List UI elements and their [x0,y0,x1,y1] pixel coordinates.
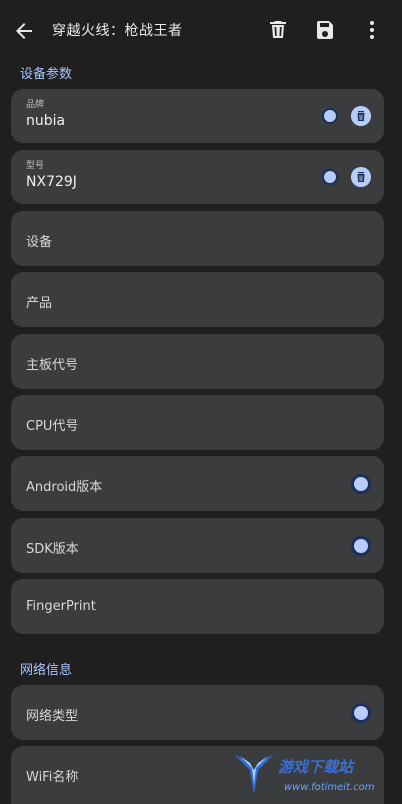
android-version-toggle-radio[interactable] [351,474,371,494]
board-field[interactable]: 主板代号 [11,334,384,389]
network-type-field[interactable]: 网络类型 [11,685,384,740]
watermark-text: 游戏下载站 [278,758,354,776]
android-version-field[interactable]: Android版本 [11,456,384,511]
sdk-version-label: SDK版本 [26,542,79,557]
device-field[interactable]: 设备 [11,211,384,266]
arrow-left-icon[interactable] [12,19,36,43]
product-field[interactable]: 产品 [11,272,384,327]
network-type-label: 网络类型 [26,709,79,724]
save-icon[interactable] [313,18,337,42]
more-vert-icon[interactable] [360,18,384,42]
brand-delete-icon[interactable] [351,106,371,126]
fingerprint-label: FingerPrint [26,599,96,614]
network-type-toggle-radio[interactable] [351,703,371,723]
section-header-device-params: 设备参数 [20,67,73,82]
model-field[interactable]: 型号 NX729J [11,150,384,204]
cpu-label: CPU代号 [26,419,79,434]
watermark-logo-icon [234,754,274,794]
board-label: 主板代号 [26,358,79,373]
model-toggle-radio[interactable] [322,169,338,185]
model-value: NX729J [26,174,77,190]
product-label: 产品 [26,296,53,311]
model-delete-icon[interactable] [351,167,371,187]
fingerprint-field[interactable]: FingerPrint [11,579,384,634]
wifi-name-label: WiFi名称 [26,770,79,785]
device-label: 设备 [26,235,53,250]
watermark-url: www.fotimeit.com [284,782,375,793]
watermark: 游戏下载站 www.fotimeit.com [232,748,402,804]
sdk-version-field[interactable]: SDK版本 [11,518,384,573]
section-header-network-info: 网络信息 [20,663,73,678]
brand-value: nubia [26,113,66,129]
sdk-version-toggle-radio[interactable] [351,536,371,556]
trash-icon[interactable] [266,18,290,42]
top-app-bar: 穿越火线：枪战王者 [0,0,402,60]
cpu-field[interactable]: CPU代号 [11,395,384,450]
android-version-label: Android版本 [26,480,103,495]
brand-field[interactable]: 品牌 nubia [11,89,384,143]
model-label: 型号 [26,161,45,171]
brand-label: 品牌 [26,100,45,110]
page-title: 穿越火线：枪战王者 [52,23,183,39]
brand-toggle-radio[interactable] [322,108,338,124]
